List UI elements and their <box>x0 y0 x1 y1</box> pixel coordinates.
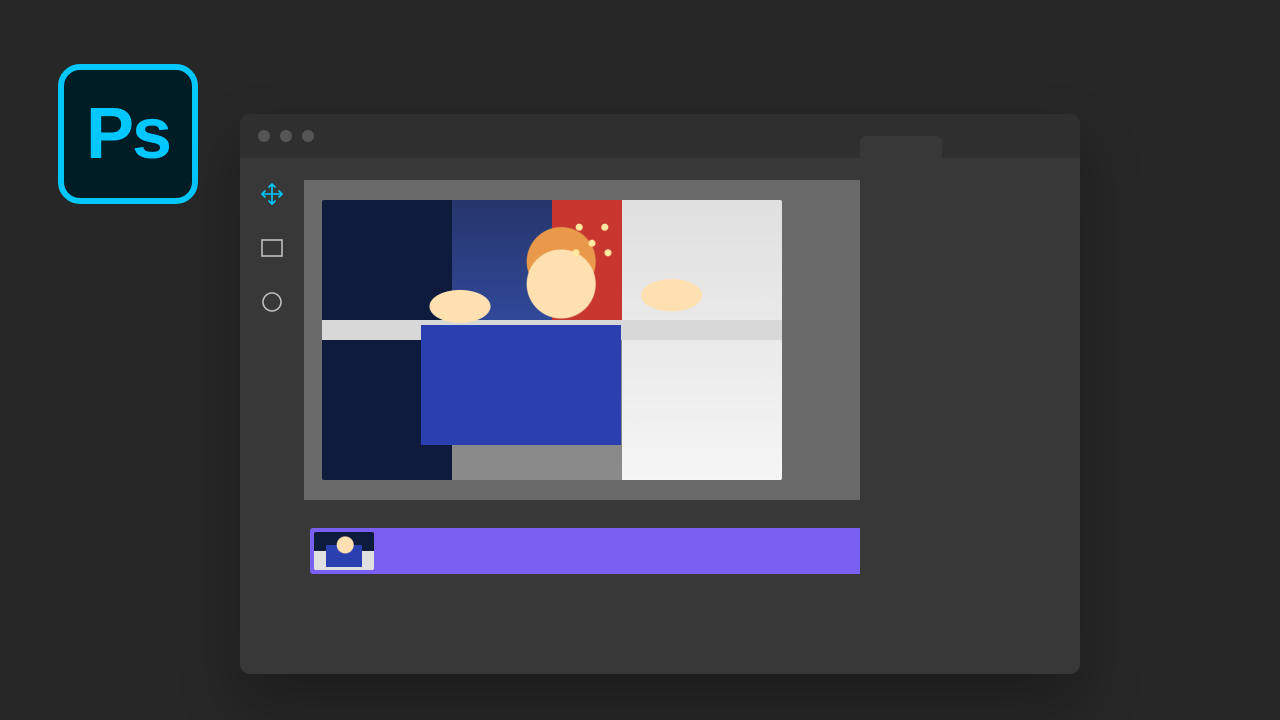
window-body <box>240 158 1080 674</box>
window-titlebar[interactable] <box>240 114 1080 158</box>
canvas-image[interactable] <box>322 200 782 480</box>
side-panel[interactable] <box>860 158 1080 638</box>
window-control-minimize[interactable] <box>280 130 292 142</box>
timeline-clip-thumbnail[interactable] <box>314 532 374 570</box>
ellipse-icon <box>260 290 284 314</box>
tool-rail <box>240 158 304 674</box>
rectangle-icon <box>260 237 284 259</box>
app-logo-text: Ps <box>86 93 170 175</box>
move-icon <box>260 182 284 206</box>
editor-window <box>240 114 1080 674</box>
ellipse-tool[interactable] <box>258 288 286 316</box>
window-control-close[interactable] <box>258 130 270 142</box>
app-logo: Ps <box>58 64 198 204</box>
window-control-maximize[interactable] <box>302 130 314 142</box>
rectangle-tool[interactable] <box>258 234 286 262</box>
move-tool[interactable] <box>258 180 286 208</box>
